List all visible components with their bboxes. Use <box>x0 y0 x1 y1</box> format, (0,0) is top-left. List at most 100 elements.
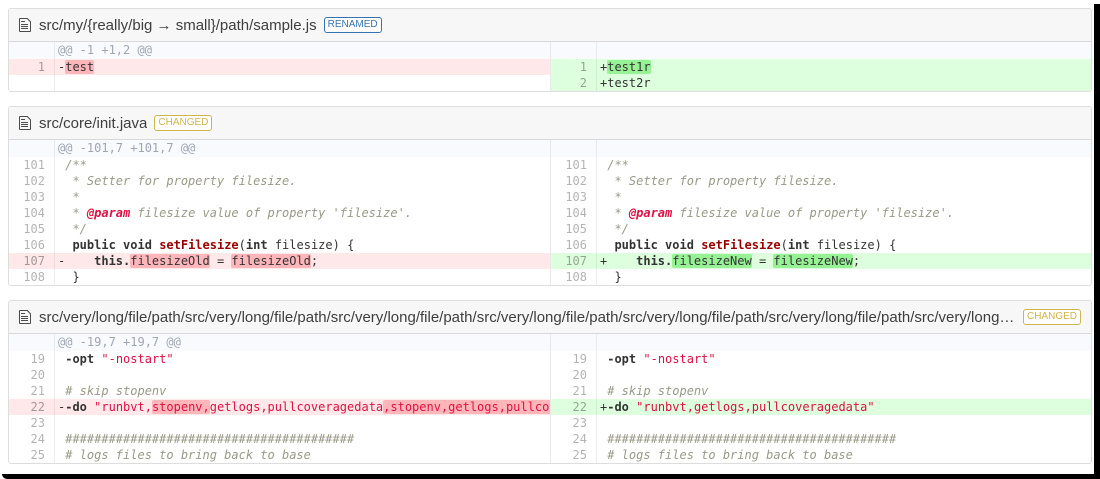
code-line: +-do "runbvt,getlogs,pullcoveragedata" <box>597 399 1091 415</box>
code-segment: int <box>787 238 810 252</box>
inline-diff-highlight: filesizeOld <box>231 254 311 268</box>
line-number: 2 <box>551 75 597 91</box>
code-segment: public <box>614 238 658 252</box>
code-line: -test <box>55 59 550 75</box>
diff-row: 104 * @param filesize value of property … <box>9 205 550 221</box>
code-segment: "-nostart" <box>101 352 174 366</box>
code-segment: this. <box>636 254 673 268</box>
file-header: src/core/init.java CHANGED <box>9 107 1091 140</box>
code-segment: * <box>600 206 629 220</box>
code-line: /** <box>55 157 550 173</box>
line-number <box>9 140 55 157</box>
code-segment: filesize value of property 'filesize'. <box>672 206 955 220</box>
code-segment: */ <box>600 222 629 236</box>
diff-row: 105 */ <box>551 221 1091 237</box>
file-status-badge: CHANGED <box>1022 309 1081 325</box>
line-number: 103 <box>551 189 597 205</box>
diff-side-right: 101 /** 102 * Setter for property filesi… <box>550 140 1091 285</box>
line-number: 107 <box>551 253 597 269</box>
diff-row: 21 # skip stopenv <box>551 383 1091 399</box>
code-line: # logs files to bring back to base <box>597 447 1091 463</box>
diff-row: 108 } <box>551 269 1091 285</box>
diff-row: 102 * Setter for property filesize. <box>9 173 550 189</box>
code-segment: = <box>209 254 232 268</box>
line-number: 102 <box>551 173 597 189</box>
code-segment: @param <box>86 206 131 220</box>
diff-row: 1 -test <box>9 59 550 75</box>
code-line: * Setter for property filesize. <box>55 173 550 189</box>
line-number <box>9 75 55 91</box>
code-segment: setFilesize <box>701 238 781 252</box>
line-number: 1 <box>551 59 597 75</box>
diff-viewer-page: { "colors": { "header_bg": "#f7f7f7", "w… <box>0 0 1100 479</box>
line-number: 104 <box>551 205 597 221</box>
code-segment: filesize value of property 'filesize'. <box>130 206 413 220</box>
code-segment: # skip stopenv <box>58 384 167 398</box>
diff-row: 23 <box>551 415 1091 431</box>
code-segment: getlogs,pullcoveragedata <box>209 400 384 414</box>
code-line: * <box>55 189 550 205</box>
diff-row: @@ -1 +1,2 @@ <box>9 42 550 59</box>
diff-row: 25 # logs files to bring back to base <box>9 447 550 463</box>
code-segment: void <box>665 238 694 252</box>
diff-file-list: src/my/{really/big → small}/path/sample.… <box>0 0 1100 464</box>
file-status-badge: RENAMED <box>323 17 382 33</box>
side-by-side-diff: @@ -1 +1,2 @@ 1 -test 1 +test1r 2 +test2… <box>9 42 1091 91</box>
code-line: public void setFilesize(int filesize) { <box>55 237 550 253</box>
line-number: 104 <box>9 205 55 221</box>
code-line: @@ -19,7 +19,7 @@ <box>55 334 550 351</box>
line-number: 103 <box>9 189 55 205</box>
line-number: 22 <box>551 399 597 415</box>
code-segment: ######################################## <box>58 432 355 446</box>
line-number: 106 <box>551 237 597 253</box>
file-name: src/core/init.java <box>39 114 148 132</box>
side-by-side-diff: @@ -19,7 +19,7 @@ 19 -opt "-nostart" 20 … <box>9 334 1091 463</box>
file-name: src/my/{really/big → small}/path/sample.… <box>39 16 317 34</box>
code-line: */ <box>55 221 550 237</box>
code-segment: this. <box>94 254 131 268</box>
diff-row: 107 + this.filesizeNew = filesizeNew; <box>551 253 1091 269</box>
diff-side-left: @@ -19,7 +19,7 @@ 19 -opt "-nostart" 20 … <box>9 334 550 463</box>
code-line: ######################################## <box>55 431 550 447</box>
diff-row: 108 } <box>9 269 550 285</box>
file-diff: src/very/long/file/path/src/very/long/fi… <box>8 300 1092 464</box>
window-shadow-bottom <box>2 474 1100 479</box>
diff-row: 20 <box>551 367 1091 383</box>
code-segment: } <box>600 270 622 284</box>
diff-row: 19 -opt "-nostart" <box>9 351 550 367</box>
line-number: 20 <box>9 367 55 383</box>
diff-row: 25 # logs files to bring back to base <box>551 447 1091 463</box>
line-number: 101 <box>9 157 55 173</box>
code-line: @@ -101,7 +101,7 @@ <box>55 140 550 157</box>
code-segment: "-nostart" <box>643 352 716 366</box>
inline-diff-highlight: test <box>65 60 95 74</box>
inline-diff-highlight: filesizeOld <box>130 254 210 268</box>
code-segment: filesize) { <box>809 238 897 252</box>
line-number: 24 <box>551 431 597 447</box>
code-segment: */ <box>58 222 87 236</box>
file-diff: src/core/init.java CHANGED @@ -101,7 +10… <box>8 106 1092 286</box>
code-segment: ######################################## <box>600 432 897 446</box>
file-name: src/very/long/file/path/src/very/long/fi… <box>39 308 1016 326</box>
inline-diff-highlight: filesizeNew <box>773 254 853 268</box>
code-segment: * <box>58 190 80 204</box>
diff-side-right: 1 +test1r 2 +test2r <box>550 42 1091 91</box>
code-segment: /** <box>600 158 629 172</box>
code-segment: filesize) { <box>267 238 355 252</box>
code-line: * @param filesize value of property 'fil… <box>55 205 550 221</box>
diff-row: 101 /** <box>9 157 550 173</box>
code-line: /** <box>597 157 1091 173</box>
code-line: # skip stopenv <box>55 383 550 399</box>
code-line: * Setter for property filesize. <box>597 173 1091 189</box>
diff-row: 101 /** <box>551 157 1091 173</box>
code-segment: -do <box>607 400 629 414</box>
